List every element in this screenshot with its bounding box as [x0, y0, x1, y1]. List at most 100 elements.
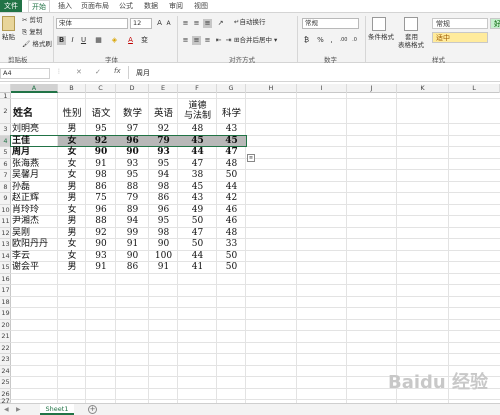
table-cell[interactable]: 男 — [58, 216, 86, 228]
table-cell[interactable]: 94 — [149, 170, 178, 182]
table-cell[interactable]: 张海燕 — [11, 159, 58, 171]
table-cell[interactable]: 48 — [217, 159, 246, 171]
column-header-f[interactable]: F — [178, 84, 217, 93]
column-header-d[interactable]: D — [116, 84, 149, 93]
table-cell[interactable]: 99 — [116, 228, 149, 240]
table-cell[interactable]: 90 — [86, 239, 116, 251]
table-cell[interactable]: 89 — [116, 205, 149, 217]
tab-file[interactable]: 文件 — [0, 0, 22, 12]
table-cell[interactable]: 42 — [217, 193, 246, 205]
table-cell[interactable]: 刘明亮 — [11, 124, 58, 136]
row-header[interactable]: 17 — [0, 285, 11, 297]
table-cell[interactable]: 88 — [86, 216, 116, 228]
align-left-icon[interactable]: ≡ — [181, 36, 190, 45]
table-cell[interactable]: 92 — [86, 136, 116, 148]
table-cell[interactable]: 86 — [116, 262, 149, 274]
comma-button[interactable]: , — [327, 36, 336, 45]
row-header[interactable]: 5 — [0, 147, 11, 159]
font-size-select[interactable]: 12 — [130, 18, 152, 29]
formula-input[interactable]: 周月 — [136, 68, 150, 78]
row-header[interactable]: 23 — [0, 354, 11, 366]
tab-data[interactable]: 数据 — [140, 0, 162, 12]
table-cell[interactable]: 93 — [116, 159, 149, 171]
row-header[interactable]: 12 — [0, 228, 11, 239]
table-cell[interactable]: 86 — [86, 182, 116, 194]
row-header[interactable]: 2 — [0, 99, 11, 124]
column-header-j[interactable]: J — [347, 84, 397, 93]
orientation-icon[interactable]: ↗ — [216, 19, 225, 28]
table-cell[interactable]: 91 — [86, 262, 116, 274]
table-cell[interactable]: 女 — [58, 205, 86, 217]
row-header[interactable]: 9 — [0, 193, 11, 205]
table-cell[interactable]: 96 — [86, 205, 116, 217]
style-neutral[interactable]: 适中 — [432, 32, 488, 43]
table-cell[interactable]: 43 — [217, 124, 246, 136]
table-cell[interactable]: 46 — [217, 216, 246, 228]
table-cell[interactable]: 45 — [178, 182, 217, 194]
table-cell[interactable]: 男 — [58, 262, 86, 274]
table-cell[interactable]: 50 — [217, 170, 246, 182]
increase-decimal-icon[interactable]: .00 — [339, 36, 348, 45]
fill-color-icon[interactable]: ◈ — [110, 36, 119, 45]
row-header[interactable]: 20 — [0, 320, 11, 331]
table-cell[interactable]: 98 — [149, 228, 178, 240]
table-cell[interactable]: 50 — [217, 251, 246, 263]
header-cell[interactable]: 科学 — [217, 99, 246, 124]
paste-icon[interactable] — [2, 16, 15, 31]
table-cell[interactable]: 95 — [149, 159, 178, 171]
wrap-text-button[interactable]: ↵自动换行 — [234, 18, 265, 27]
copy-button[interactable]: ⎘ 复制 — [22, 28, 42, 37]
table-cell[interactable]: 100 — [149, 251, 178, 263]
name-box[interactable]: A4 — [0, 68, 50, 79]
column-header-i[interactable]: I — [297, 84, 347, 93]
row-header[interactable]: 21 — [0, 331, 11, 343]
row-header[interactable]: 13 — [0, 239, 11, 251]
header-cell[interactable]: 道德 与法制 — [178, 99, 217, 124]
prev-sheet-icon[interactable]: ◀ — [4, 406, 9, 413]
grow-font-button[interactable]: A — [155, 19, 164, 28]
column-header-h[interactable]: H — [246, 84, 297, 93]
table-cell[interactable]: 92 — [149, 124, 178, 136]
add-sheet-icon[interactable]: + — [88, 405, 97, 414]
row-header[interactable]: 16 — [0, 274, 11, 285]
table-cell[interactable]: 43 — [178, 193, 217, 205]
conditional-format-icon[interactable] — [372, 17, 386, 31]
table-cell[interactable]: 46 — [217, 205, 246, 217]
italic-button[interactable]: I — [68, 36, 77, 45]
table-cell[interactable]: 50 — [178, 239, 217, 251]
quick-analysis-icon[interactable]: ≡ — [247, 154, 255, 162]
table-cell[interactable]: 女 — [58, 147, 86, 159]
column-header-g[interactable]: G — [217, 84, 246, 93]
row-header[interactable]: 10 — [0, 205, 11, 216]
table-cell[interactable]: 44 — [178, 147, 217, 159]
table-cell[interactable]: 48 — [178, 124, 217, 136]
underline-button[interactable]: U — [79, 36, 88, 45]
table-cell[interactable]: 男 — [58, 228, 86, 240]
header-cell[interactable]: 语文 — [86, 99, 116, 124]
table-cell[interactable]: 48 — [217, 228, 246, 240]
table-cell[interactable]: 50 — [178, 216, 217, 228]
table-cell[interactable]: 50 — [217, 262, 246, 274]
column-header-l[interactable]: L — [449, 84, 500, 93]
table-cell[interactable]: 79 — [116, 193, 149, 205]
table-cell[interactable]: 75 — [86, 193, 116, 205]
table-cell[interactable]: 96 — [149, 205, 178, 217]
tab-view[interactable]: 视图 — [190, 0, 212, 12]
table-cell[interactable]: 79 — [149, 136, 178, 148]
table-cell[interactable]: 女 — [58, 251, 86, 263]
table-cell[interactable]: 孙磊 — [11, 182, 58, 194]
table-cell[interactable]: 33 — [217, 239, 246, 251]
table-cell[interactable]: 吴馨月 — [11, 170, 58, 182]
column-header-c[interactable]: C — [86, 84, 116, 93]
column-header-e[interactable]: E — [149, 84, 178, 93]
header-cell[interactable]: 英语 — [149, 99, 178, 124]
function-icon[interactable]: fx — [114, 67, 121, 75]
table-cell[interactable]: 谢会平 — [11, 262, 58, 274]
row-header[interactable]: 4 — [0, 135, 11, 147]
table-cell[interactable]: 91 — [86, 159, 116, 171]
table-cell[interactable]: 90 — [86, 147, 116, 159]
tab-home[interactable]: 开始 — [28, 0, 50, 12]
table-cell[interactable]: 98 — [149, 182, 178, 194]
table-cell[interactable]: 女 — [58, 159, 86, 171]
table-cell[interactable]: 47 — [178, 228, 217, 240]
